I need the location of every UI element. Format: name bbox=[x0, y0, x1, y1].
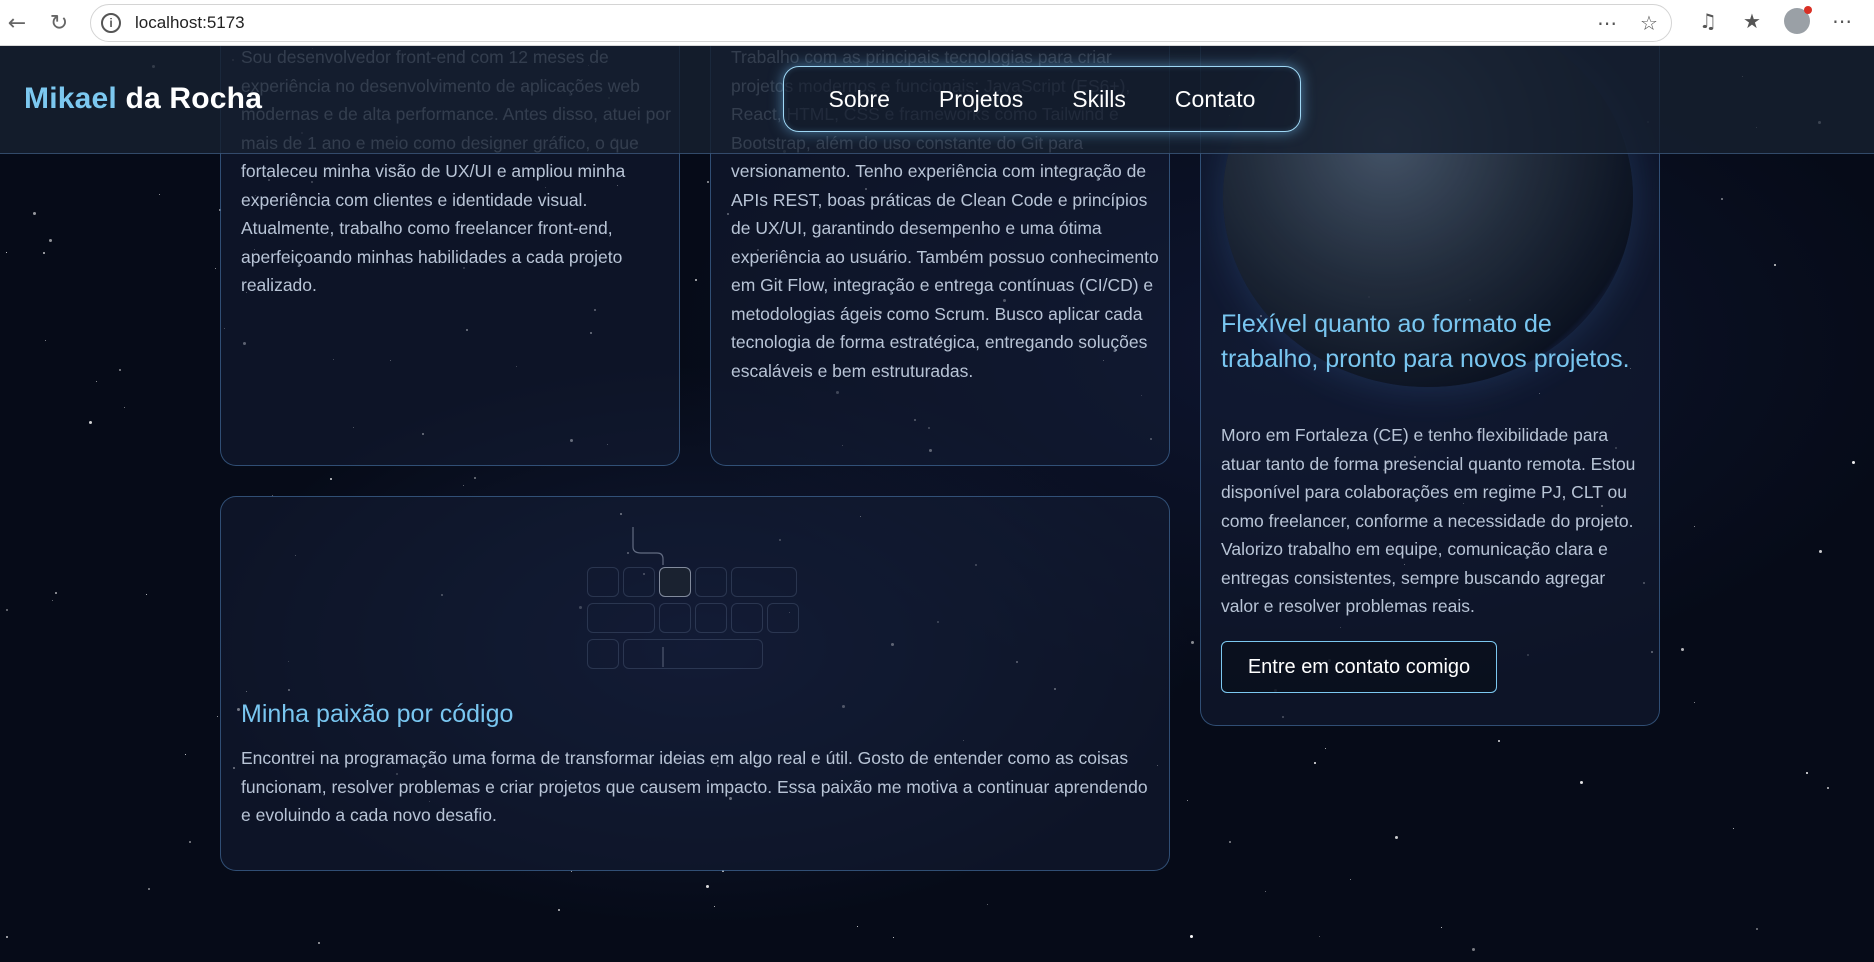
nav-link-contato[interactable]: Contato bbox=[1175, 86, 1256, 113]
star bbox=[146, 594, 147, 595]
star bbox=[1580, 781, 1583, 784]
keyboard-key bbox=[659, 603, 691, 633]
passion-text: Encontrei na programação uma forma de tr… bbox=[241, 748, 1148, 825]
star bbox=[1319, 936, 1320, 937]
star bbox=[159, 194, 160, 195]
star bbox=[318, 942, 320, 944]
star bbox=[1827, 787, 1829, 789]
star bbox=[215, 268, 216, 269]
star bbox=[714, 906, 715, 907]
site-logo[interactable]: Mikael da Rocha bbox=[24, 82, 262, 116]
star bbox=[1265, 891, 1266, 892]
star bbox=[857, 926, 858, 927]
work-format-text: Moro em Fortaleza (CE) e tenho flexibili… bbox=[1221, 425, 1636, 616]
star bbox=[1721, 198, 1723, 200]
passion-card: Minha paixão por código Encontrei na pro… bbox=[220, 496, 1170, 871]
more-menu-icon[interactable]: ⋯ bbox=[1830, 9, 1854, 33]
star bbox=[1774, 264, 1776, 266]
star bbox=[45, 340, 46, 341]
page-viewport: Mikael da Rocha Sobre Projetos Skills Co… bbox=[0, 46, 1874, 962]
keyboard-key bbox=[587, 603, 655, 633]
star bbox=[1191, 641, 1194, 644]
browser-toolbar: ← ↻ i localhost:5173 ⋯ ☆ ♫ ★ ⋯ bbox=[0, 0, 1874, 46]
logo-first-name: Mikael bbox=[24, 82, 117, 115]
favorites-list-icon[interactable]: ★ bbox=[1740, 9, 1764, 33]
star bbox=[96, 381, 97, 382]
star bbox=[893, 937, 894, 938]
star bbox=[49, 239, 52, 242]
keyboard-illustration bbox=[587, 527, 811, 669]
url-text: localhost:5173 bbox=[135, 13, 245, 32]
star bbox=[6, 609, 8, 611]
star bbox=[706, 885, 709, 888]
back-icon[interactable]: ← bbox=[2, 8, 32, 38]
keyboard-key bbox=[695, 603, 727, 633]
star bbox=[189, 841, 191, 843]
star bbox=[185, 754, 186, 755]
work-format-title: Flexível quanto ao formato de trabalho, … bbox=[1221, 310, 1630, 373]
star bbox=[987, 904, 988, 905]
star bbox=[1441, 927, 1442, 928]
star bbox=[1350, 879, 1351, 880]
star bbox=[89, 421, 92, 424]
star bbox=[1314, 762, 1316, 764]
star bbox=[52, 600, 53, 601]
contact-me-button[interactable]: Entre em contato comigo bbox=[1221, 641, 1497, 693]
keyboard-key bbox=[695, 567, 727, 597]
star bbox=[6, 936, 8, 938]
star bbox=[1806, 772, 1808, 774]
keyboard-key bbox=[731, 567, 797, 597]
keyboard-key bbox=[587, 567, 619, 597]
profile-avatar[interactable] bbox=[1784, 6, 1812, 34]
star bbox=[571, 871, 572, 872]
address-bar[interactable]: i localhost:5173 ⋯ ☆ bbox=[90, 4, 1672, 42]
star bbox=[1472, 948, 1475, 951]
star bbox=[1498, 740, 1500, 742]
star bbox=[1733, 828, 1734, 829]
star bbox=[55, 592, 57, 594]
site-info-icon[interactable]: i bbox=[101, 13, 121, 33]
star bbox=[124, 407, 125, 408]
star bbox=[1325, 748, 1326, 749]
star bbox=[1190, 935, 1193, 938]
nav-link-skills[interactable]: Skills bbox=[1072, 86, 1126, 113]
star bbox=[1694, 702, 1695, 703]
keyboard-key bbox=[731, 603, 763, 633]
keyboard-key bbox=[623, 567, 655, 597]
star bbox=[463, 485, 464, 486]
star bbox=[1229, 841, 1231, 843]
star bbox=[558, 909, 560, 911]
star bbox=[1395, 836, 1398, 839]
star bbox=[1819, 550, 1822, 553]
keyboard-key-active bbox=[659, 567, 691, 597]
keyboard-key bbox=[767, 603, 799, 633]
star bbox=[33, 212, 36, 215]
logo-last-name: da Rocha bbox=[116, 82, 263, 115]
nav-link-sobre[interactable]: Sobre bbox=[829, 86, 890, 113]
star bbox=[474, 477, 476, 479]
star bbox=[1756, 928, 1758, 930]
reader-icon[interactable]: ⋯ bbox=[1595, 11, 1619, 35]
main-nav: Sobre Projetos Skills Contato bbox=[783, 66, 1301, 132]
star bbox=[1187, 800, 1188, 801]
star bbox=[707, 181, 709, 183]
nav-link-projetos[interactable]: Projetos bbox=[939, 86, 1023, 113]
site-header: Mikael da Rocha Sobre Projetos Skills Co… bbox=[0, 46, 1874, 154]
star bbox=[148, 888, 150, 890]
reload-icon[interactable]: ↻ bbox=[44, 8, 74, 38]
star bbox=[1681, 648, 1684, 651]
star bbox=[1694, 526, 1695, 527]
passion-title: Minha paixão por código bbox=[241, 700, 514, 728]
star bbox=[217, 716, 218, 717]
star bbox=[330, 478, 332, 480]
star bbox=[6, 252, 7, 253]
star bbox=[695, 279, 697, 281]
star bbox=[1852, 461, 1855, 464]
star bbox=[119, 369, 121, 371]
favorite-star-icon[interactable]: ☆ bbox=[1637, 11, 1661, 35]
media-icon[interactable]: ♫ bbox=[1696, 9, 1720, 33]
keyboard-key bbox=[587, 639, 619, 669]
star bbox=[43, 252, 45, 254]
keyboard-key bbox=[623, 639, 763, 669]
